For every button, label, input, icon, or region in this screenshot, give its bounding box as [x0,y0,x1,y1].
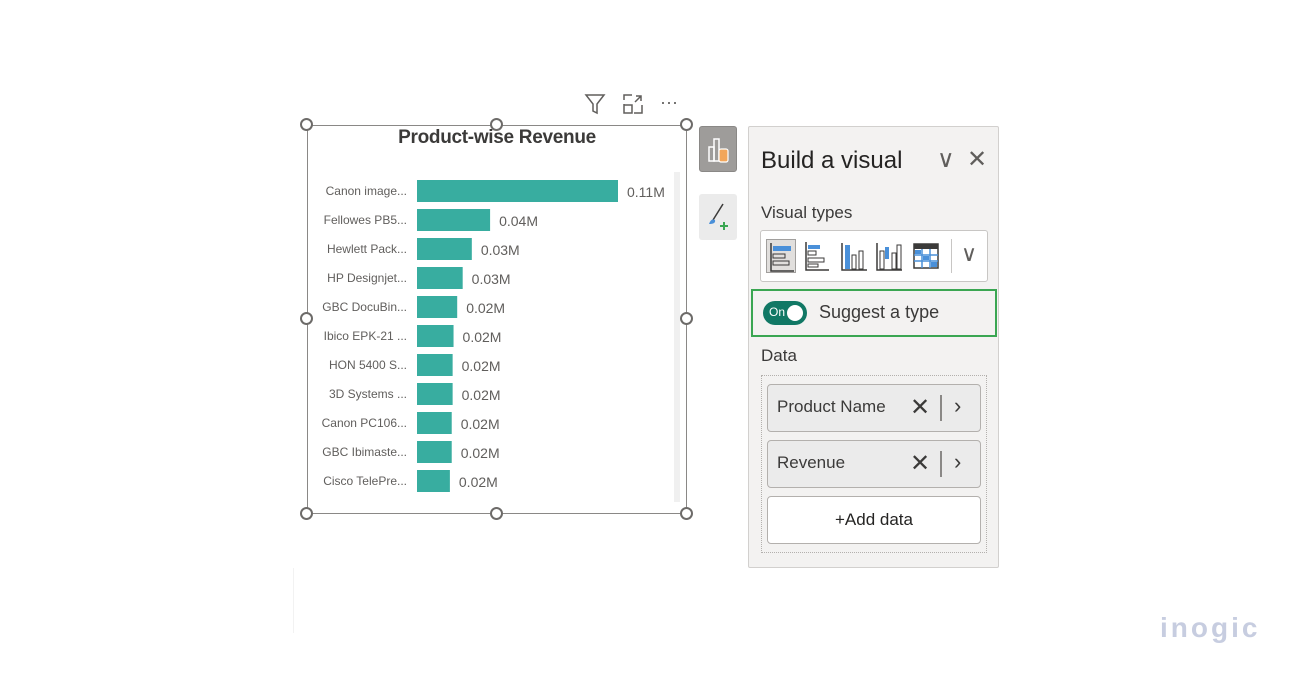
build-visual-button[interactable] [699,126,737,172]
gallery-divider [951,239,952,273]
divider [293,568,294,633]
category-label: Cisco TelePre... [323,474,407,488]
clustered-column-chart-icon[interactable] [874,239,904,273]
data-label: 0.11M [627,184,665,200]
resize-handle-right[interactable] [680,312,693,325]
data-label: 0.04M [499,213,538,229]
category-label: GBC Ibimaste... [322,445,407,459]
bar[interactable] [417,180,618,202]
bar[interactable] [417,238,472,260]
data-label: 0.02M [466,300,505,316]
format-visual-button[interactable] [699,194,737,240]
suggest-type-toggle[interactable]: On [763,301,807,325]
category-label: 3D Systems ... [329,387,407,401]
category-label: Canon PC106... [322,416,407,430]
data-section-label: Data [761,346,797,365]
suggest-type-label: Suggest a type [819,302,940,322]
clustered-bar-chart-icon[interactable] [802,239,832,273]
close-pane-button[interactable]: ✕ [967,145,987,174]
field-separator [940,451,942,477]
pane-title: Build a visual [761,147,903,174]
bar[interactable] [417,412,452,434]
data-label: 0.03M [472,271,511,287]
category-label: Hewlett Pack... [327,242,407,256]
data-label: 0.03M [481,242,520,258]
focus-mode-icon[interactable] [621,92,645,116]
category-label: HP Designjet... [327,271,407,285]
category-label: HON 5400 S... [329,358,407,372]
bar[interactable] [417,441,452,463]
stacked-bar-chart-icon[interactable] [766,239,796,273]
data-field-revenue[interactable]: Revenue ✕ › [767,440,981,488]
more-options-icon[interactable]: ··· [657,90,681,114]
bar-chart: Canon image... 0.11M Fellowes PB5... 0.04M H… [322,180,665,492]
data-label: 0.02M [461,416,500,432]
expand-field-icon[interactable]: › [954,393,961,419]
visual-types-gallery: ∨ [760,230,988,282]
category-label: Ibico EPK-21 ... [324,329,407,343]
remove-field-icon[interactable]: ✕ [910,449,930,478]
bar[interactable] [417,383,453,405]
filter-icon[interactable] [583,92,607,116]
chart-title: Product-wise Revenue [398,127,596,148]
bar[interactable] [417,470,450,492]
resize-handle-bottom-left[interactable] [300,507,313,520]
field-name: Product Name [777,397,886,416]
visual-types-label: Visual types [761,203,853,222]
bar[interactable] [417,296,458,318]
resize-handle-bottom-right[interactable] [680,507,693,520]
toggle-knob [787,305,803,321]
build-visual-icon [708,138,729,163]
category-label: Fellowes PB5... [324,213,407,227]
bar[interactable] [417,325,454,347]
data-label: 0.02M [459,474,498,490]
more-visual-types-button[interactable]: ∨ [961,241,977,267]
data-label: 0.02M [463,329,502,345]
data-field-product-name[interactable]: Product Name ✕ › [767,384,981,432]
expand-field-icon[interactable]: › [954,449,961,475]
data-label: 0.02M [461,445,500,461]
table-icon[interactable] [911,239,941,273]
brand-logo: inogic [1160,612,1261,643]
build-visual-pane: Build a visual ∨ ✕ Visual types ∨ On Sug… [748,126,999,568]
category-label: Canon image... [326,184,407,198]
stacked-column-chart-icon[interactable] [839,239,869,273]
field-name: Revenue [777,453,846,472]
category-label: GBC DocuBin... [322,300,407,314]
field-separator [940,395,942,421]
add-data-button[interactable]: +Add data [767,496,981,544]
resize-handle-bottom[interactable] [490,507,503,520]
bar[interactable] [417,354,453,376]
suggest-type-row: On Suggest a type [751,289,997,337]
data-label: 0.02M [462,387,501,403]
bar[interactable] [417,209,491,231]
chart-scrollbar[interactable] [674,172,680,502]
format-visual-icon [709,203,728,230]
bar[interactable] [417,267,463,289]
remove-field-icon[interactable]: ✕ [910,393,930,422]
data-well: Product Name ✕ › Revenue ✕ › +Add data [761,375,987,553]
collapse-pane-button[interactable]: ∨ [937,145,955,174]
toggle-state-label: On [769,305,786,319]
data-label: 0.02M [462,358,501,374]
